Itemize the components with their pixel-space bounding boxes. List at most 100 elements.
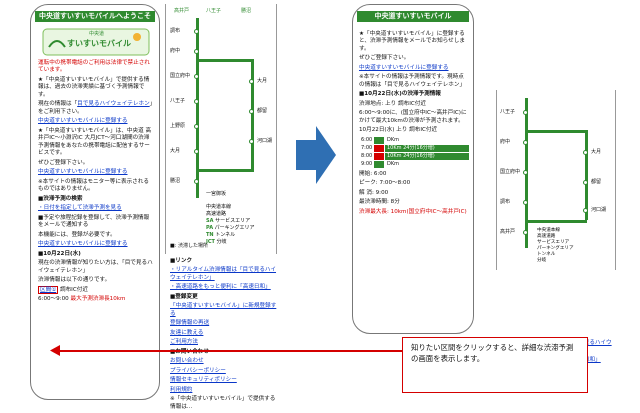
- start-text: 開始: 6:00: [359, 170, 387, 177]
- note2-text: ※本サイトの情報は予測情報です。現時点の情報は「目で見るハイウェイテレホン」: [359, 74, 466, 88]
- route-line-branch: [196, 59, 251, 62]
- info-item-2[interactable]: 情報セキュリティポリシー: [170, 377, 278, 384]
- register-title: ■登録変更: [170, 293, 198, 300]
- legend-key: TN: [206, 232, 214, 238]
- map1-station-7: 一宮御坂: [206, 191, 227, 197]
- station-node[interactable]: [583, 180, 588, 185]
- map1-station-1: 府中: [170, 48, 181, 54]
- realtime-link[interactable]: ・リアルタイム渋滞情報は「目で見るハイウェイテレホン」: [170, 267, 278, 282]
- register-link-2[interactable]: 中央道すいすいモバイルに登録する: [38, 169, 154, 176]
- callout-connector-h: [58, 350, 402, 352]
- map2-station-0: 八王子: [500, 109, 516, 115]
- map1-legend: 中央道本線 高速道路 SA サービスエリア PA パーキングエリア TN トンネ…: [206, 204, 255, 246]
- logo-main-text: すいすいモバイル: [67, 39, 131, 48]
- live-link[interactable]: 目で見るハイウェイテレホン: [77, 101, 150, 107]
- search-link[interactable]: ・日付を指定して渋滞予測を見る: [38, 205, 154, 212]
- forecast-range: 6:00～9:00に、(国立府中IC～高井戸IC)にかけて最大10kmの渋滞が予…: [359, 110, 467, 124]
- live-lead: 現在の情報は「: [38, 101, 78, 108]
- section-link[interactable]: 区間①: [38, 285, 59, 294]
- desc2-text: ぜひご登録下さい。: [38, 159, 89, 166]
- map1-right-station-2: 河口湖: [257, 138, 273, 144]
- peak-text: ピーク: 7:00～8:00: [359, 180, 411, 187]
- forecast-date: ■10月22日(水)の渋滞予測情報: [359, 91, 441, 98]
- map1-top-label-0: 高井戸: [174, 8, 190, 14]
- map2-station-2: 国立府中: [500, 169, 521, 175]
- station-node[interactable]: [523, 230, 528, 235]
- table-val: DKm: [387, 160, 399, 167]
- info-item-1[interactable]: プライバシーポリシー: [170, 368, 278, 375]
- max-text: 渋滞最大長: 10km(国立府中IC～高井戸IC): [359, 208, 467, 215]
- legend-item: 分岐: [537, 258, 547, 263]
- map2-station-5: 大月: [591, 149, 602, 155]
- date-title: ■10月22日(水): [38, 250, 81, 257]
- legend-label: サービスエリア: [215, 218, 251, 224]
- section-note: 渋滞情報は以下の通りです。: [38, 277, 111, 284]
- station-node[interactable]: [523, 170, 528, 175]
- legend-item: TN トンネル: [206, 232, 255, 239]
- map1-station-0: 調布: [170, 28, 181, 34]
- table-val: 10Km 24分(16分増): [385, 144, 469, 152]
- table-val: 10Km 24分(16分増): [385, 152, 469, 160]
- register-link-3[interactable]: 中央道すいすいモバイルに登録する: [38, 241, 154, 248]
- warning-text: 運転中の携帯電話のご利用は法律で禁止されています。: [38, 60, 150, 74]
- page-header-2: 中央道すいすいモバイル: [357, 11, 469, 22]
- map2-station-4: 高井戸: [500, 229, 516, 235]
- info-item-0[interactable]: お問い合わせ: [170, 358, 278, 365]
- phone-screen-detail: 中央道すいすいモバイル ★「中央道すいすいモバイル」に登録すると、渋滞予測情報を…: [352, 4, 474, 334]
- station-node[interactable]: [194, 49, 199, 54]
- route-line-right: [251, 59, 254, 169]
- table-time: 8:00: [361, 152, 373, 159]
- callout-arrowhead-icon: [50, 345, 60, 356]
- station-node[interactable]: [194, 179, 199, 184]
- reg-item-2[interactable]: 友達に教える: [170, 330, 278, 337]
- len-text: 最渋滞時間: 8分: [359, 199, 400, 206]
- station-node[interactable]: [249, 109, 254, 114]
- route-map-2: 八王子 府中 国立府中 調布 高井戸 大月 都留 河口湖 中央道本線 高速道路 …: [496, 90, 616, 270]
- station-node[interactable]: [194, 149, 199, 154]
- reg-item-3[interactable]: ご利用方法: [170, 339, 278, 346]
- map1-footer: ■: 渋滞した場所: [170, 243, 208, 249]
- map2-legend: 中央道本線 高速道路 サービスエリア パーキングエリア トンネル 分岐: [537, 228, 574, 264]
- map2-station-6: 都留: [591, 179, 602, 185]
- legend-item: 中央道本線: [206, 204, 232, 210]
- forecast-table: 6:00 DKm 7:00 10Km 24分(16分増) 8:00 10Km 24分(…: [359, 136, 469, 168]
- station-node[interactable]: [194, 124, 199, 129]
- table-bar: [374, 136, 384, 144]
- forecast-route: 渋滞地点: 上り 調布IC付近: [359, 100, 426, 107]
- menu-footer: ※「中央道すいすいモバイル」で提供する情報は…: [170, 396, 276, 410]
- screen2-body: ★「中央道すいすいモバイル」に登録すると、渋滞予測情報をメールでお知らせします。…: [359, 31, 469, 218]
- station-node[interactable]: [523, 110, 528, 115]
- reg-item-0[interactable]: 「中央道すいすいモバイル」に新規登録する: [170, 303, 278, 318]
- register-link-detail[interactable]: 中央道すいすいモバイルに登録する: [359, 65, 469, 72]
- route-map-1: 高井戸 八王子 勝沼 調布 府中 国立府中 八王子 上野原 大月 勝沼 一宮御坂…: [165, 4, 277, 254]
- station-node[interactable]: [194, 29, 199, 34]
- end-text: 解 消: 9:00: [359, 189, 389, 196]
- map1-top-label-1: 八王子: [206, 8, 222, 14]
- legend-key: SA: [206, 218, 214, 224]
- route-line-junction: [196, 169, 254, 172]
- station-node[interactable]: [523, 200, 528, 205]
- station-node[interactable]: [249, 139, 254, 144]
- station-node[interactable]: [523, 140, 528, 145]
- station-node[interactable]: [194, 99, 199, 104]
- legend-label: 分岐: [216, 239, 227, 245]
- search-title: ■渋滞予測の検索: [38, 195, 83, 202]
- station-node[interactable]: [583, 150, 588, 155]
- station-node[interactable]: [249, 79, 254, 84]
- map1-station-4: 上野原: [170, 123, 186, 129]
- info-item-3[interactable]: 利用規約: [170, 387, 278, 394]
- station-node[interactable]: [194, 74, 199, 79]
- register-link[interactable]: 中央道すいすいモバイルに登録する: [38, 118, 154, 125]
- legend-item: 高速道路: [206, 211, 227, 217]
- section-max: 最大予測渋滞長10km: [70, 296, 126, 303]
- map1-top-label-2: 勝沼: [241, 8, 252, 14]
- section-row: 区間① 調布IC付近: [38, 285, 154, 294]
- route2-line-right: [585, 130, 588, 220]
- reg-desc: 本機能には、登録が必要です。: [38, 231, 116, 238]
- reg-section: ■予定や旅程記録を登録して、渋滞予測情報をメールで通知する: [38, 214, 150, 229]
- section-time-row: 6:00～9:00 最大予測渋滞長10km: [38, 296, 154, 303]
- reg-item-1[interactable]: 登録情報の再送: [170, 320, 278, 327]
- station-node[interactable]: [583, 208, 588, 213]
- intro-text: ★「中央道すいすいモバイル」で提供する情報は、過去の渋滞実績に基づく予測情報です…: [38, 76, 150, 98]
- highway-link[interactable]: ・高速道路をもっと便利に「高速日和」: [170, 284, 278, 291]
